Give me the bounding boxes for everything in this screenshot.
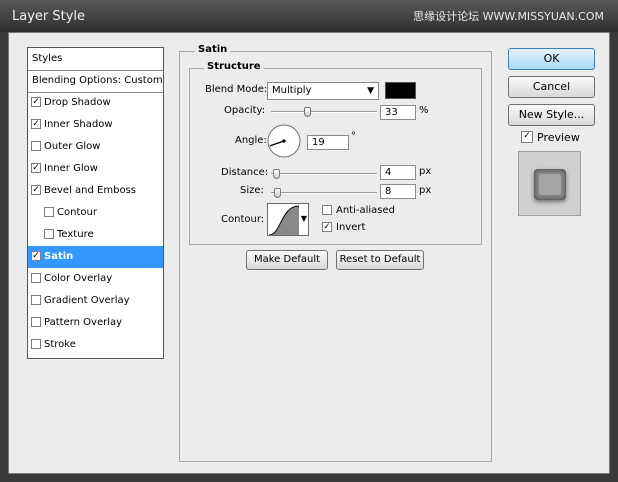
sidebar-item-label: Inner Shadow [44, 119, 113, 130]
style-preview-thumbnail [518, 151, 581, 216]
sidebar-item-outer-glow[interactable]: Outer Glow [28, 136, 163, 158]
blend-mode-label: Blend Mode: [205, 84, 268, 95]
sidebar-item-color-overlay[interactable]: Color Overlay [28, 268, 163, 290]
sidebar-item-label: Outer Glow [44, 141, 101, 152]
styles-list: Styles Blending Options: Custom ✓ Drop Sh… [27, 47, 164, 359]
blending-options-item[interactable]: Blending Options: Custom [28, 70, 163, 93]
sidebar-item-label: Gradient Overlay [44, 295, 130, 306]
sidebar-checkbox[interactable]: ✓ [31, 185, 41, 195]
sidebar-checkbox[interactable] [31, 273, 41, 283]
distance-slider-thumb[interactable] [272, 169, 280, 179]
distance-unit: px [419, 166, 432, 177]
sidebar-item-label: Color Overlay [44, 273, 113, 284]
make-default-button[interactable]: Make Default [246, 250, 328, 270]
layer-style-window: Layer Style 思缘设计论坛 WWW.MISSYUAN.COM Styl… [0, 0, 618, 482]
sidebar-checkbox[interactable] [31, 141, 41, 151]
opacity-input[interactable]: 33 [380, 105, 416, 120]
window-title: Layer Style [12, 9, 86, 24]
contour-picker[interactable]: ▼ [267, 203, 309, 236]
contour-curve-icon [269, 205, 299, 235]
new-style-button[interactable]: New Style... [508, 104, 595, 126]
distance-label: Distance: [221, 167, 269, 178]
sidebar-item-inner-glow[interactable]: ✓ Inner Glow [28, 158, 163, 180]
sidebar-item-label: Contour [57, 207, 97, 218]
size-unit: px [419, 185, 432, 196]
blending-options-label: Blending Options: Custom [32, 75, 163, 86]
sidebar-item-inner-shadow[interactable]: ✓ Inner Shadow [28, 114, 163, 136]
sidebar-item-label: Stroke [44, 339, 76, 350]
angle-label: Angle: [235, 135, 267, 146]
styles-header-label: Styles [32, 53, 63, 64]
distance-slider-track[interactable] [271, 173, 377, 175]
distance-input[interactable]: 4 [380, 165, 416, 180]
sidebar-checkbox[interactable]: ✓ [31, 163, 41, 173]
sidebar-item-label: Texture [57, 229, 94, 240]
invert-label: Invert [336, 222, 366, 233]
sidebar-checkbox[interactable] [44, 207, 54, 217]
chevron-down-icon: ▼ [367, 86, 374, 96]
preview-swatch [534, 169, 566, 200]
contour-label: Contour: [221, 214, 265, 225]
structure-group-title: Structure [204, 61, 264, 72]
sidebar-checkbox[interactable]: ✓ [31, 251, 41, 261]
preview-label: Preview [537, 131, 580, 144]
sidebar-item-drop-shadow[interactable]: ✓ Drop Shadow [28, 92, 163, 114]
sidebar-item-label: Bevel and Emboss [44, 185, 136, 196]
size-slider-track[interactable] [271, 192, 377, 194]
preview-swatch-inner [539, 174, 561, 195]
angle-unit: ° [351, 131, 356, 142]
contour-dropdown-icon[interactable]: ▼ [301, 214, 307, 223]
sidebar-item-stroke[interactable]: Stroke [28, 334, 163, 356]
styles-header[interactable]: Styles [28, 48, 163, 71]
dialog-body: Styles Blending Options: Custom ✓ Drop Sh… [8, 32, 610, 474]
sidebar-item-label: Satin [44, 251, 74, 262]
sidebar-item-texture[interactable]: Texture [28, 224, 163, 246]
angle-input[interactable]: 19 [307, 135, 349, 150]
size-input[interactable]: 8 [380, 184, 416, 199]
sidebar-checkbox[interactable] [31, 339, 41, 349]
opacity-slider-thumb[interactable] [303, 107, 311, 117]
sidebar-checkbox[interactable] [44, 229, 54, 239]
cancel-button[interactable]: Cancel [508, 76, 595, 98]
satin-group-title: Satin [195, 44, 231, 55]
size-label: Size: [240, 185, 264, 196]
title-bar[interactable]: Layer Style 思缘设计论坛 WWW.MISSYUAN.COM [0, 0, 618, 32]
sidebar-checkbox[interactable]: ✓ [31, 97, 41, 107]
opacity-label: Opacity: [224, 105, 266, 116]
size-slider-thumb[interactable] [273, 188, 281, 198]
anti-aliased-checkbox[interactable] [322, 205, 332, 215]
opacity-slider-track[interactable] [271, 111, 377, 113]
sidebar-item-pattern-overlay[interactable]: Pattern Overlay [28, 312, 163, 334]
sidebar-item-satin[interactable]: ✓ Satin [28, 246, 163, 268]
ok-button[interactable]: OK [508, 48, 595, 70]
anti-aliased-label: Anti-aliased [336, 205, 396, 216]
preview-checkbox[interactable]: ✓ [521, 131, 533, 143]
sidebar-item-contour[interactable]: Contour [28, 202, 163, 224]
blend-mode-select[interactable]: Multiply ▼ [267, 82, 379, 100]
sidebar-checkbox[interactable]: ✓ [31, 119, 41, 129]
reset-to-default-button[interactable]: Reset to Default [336, 250, 424, 270]
opacity-unit: % [419, 105, 429, 116]
sidebar-checkbox[interactable] [31, 295, 41, 305]
sidebar-item-bevel-and-emboss[interactable]: ✓ Bevel and Emboss [28, 180, 163, 202]
invert-checkbox[interactable]: ✓ [322, 222, 332, 232]
sidebar-item-gradient-overlay[interactable]: Gradient Overlay [28, 290, 163, 312]
watermark-text: 思缘设计论坛 WWW.MISSYUAN.COM [413, 10, 604, 23]
blend-color-swatch[interactable] [385, 82, 416, 99]
sidebar-item-label: Inner Glow [44, 163, 98, 174]
angle-dial[interactable] [267, 124, 301, 158]
sidebar-item-label: Drop Shadow [44, 97, 111, 108]
sidebar-checkbox[interactable] [31, 317, 41, 327]
blend-mode-value: Multiply [272, 85, 312, 96]
sidebar-item-label: Pattern Overlay [44, 317, 123, 328]
